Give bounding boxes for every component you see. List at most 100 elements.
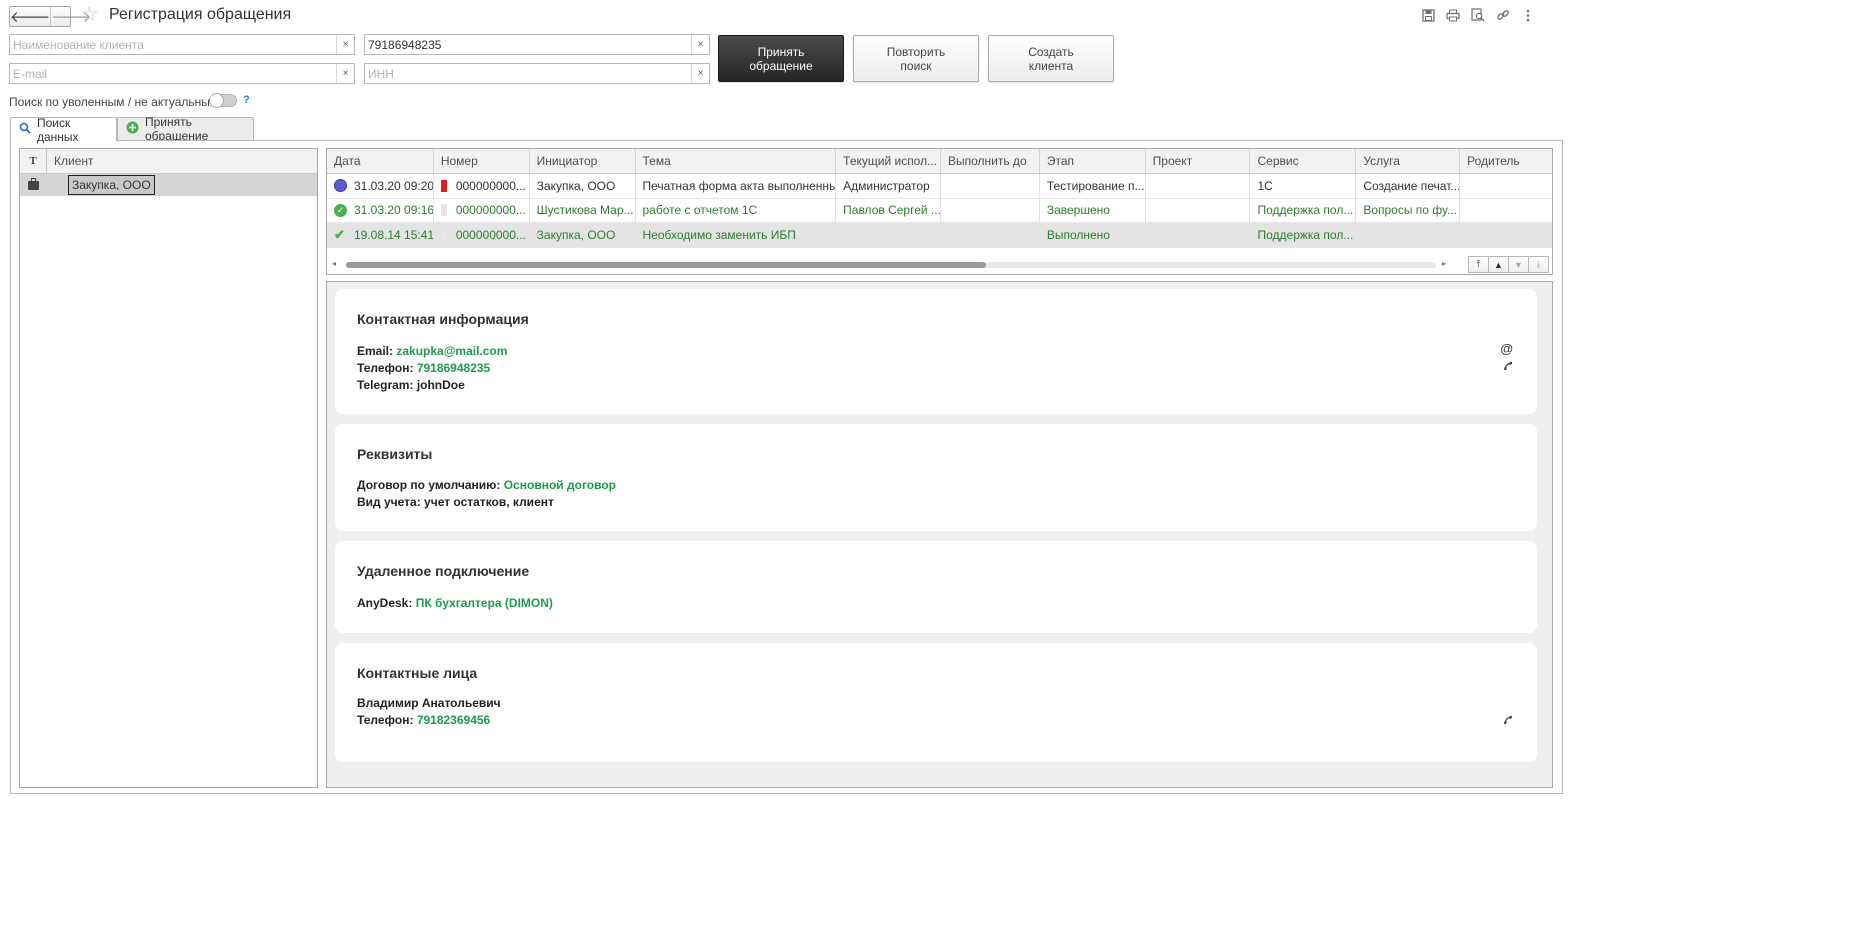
at-icon[interactable]: @ bbox=[1500, 341, 1513, 356]
col-date[interactable]: Дата bbox=[327, 149, 434, 173]
tab-accept-request[interactable]: Принять обращение bbox=[117, 115, 254, 143]
col-parent[interactable]: Родитель bbox=[1460, 149, 1552, 173]
contact-phone-link[interactable]: 79182369456 bbox=[417, 713, 490, 727]
cell-initiator: Закупка, ООО bbox=[530, 223, 636, 247]
phone-icon[interactable] bbox=[1503, 359, 1513, 374]
phone-icon[interactable] bbox=[1503, 713, 1513, 728]
client-name-cell[interactable]: Закупка, ООО bbox=[68, 175, 155, 195]
repeat-label-2: поиск bbox=[900, 58, 932, 73]
cell-project bbox=[1146, 174, 1251, 198]
cell-parent bbox=[1460, 174, 1552, 198]
briefcase-icon bbox=[28, 177, 39, 190]
col-stage[interactable]: Этап bbox=[1040, 149, 1146, 173]
contract-link[interactable]: Основной договор bbox=[504, 478, 616, 492]
preview-icon[interactable] bbox=[1470, 7, 1486, 23]
save-icon[interactable] bbox=[1420, 7, 1436, 23]
priority-flag-icon bbox=[440, 179, 447, 192]
account-label: Вид учета: bbox=[357, 495, 421, 509]
table-row[interactable]: ✔ 19.08.14 15:41 000000000... Закупка, ОО… bbox=[327, 223, 1552, 248]
inn-input[interactable] bbox=[365, 64, 689, 83]
anydesk-label: AnyDesk: bbox=[357, 596, 413, 610]
email-input[interactable] bbox=[10, 64, 334, 83]
priority-flag-icon bbox=[440, 204, 447, 217]
requests-header: Дата Номер Инициатор Тема Текущий испол.… bbox=[327, 149, 1552, 174]
status-done-icon: ✓ bbox=[334, 203, 347, 217]
cell-usluga bbox=[1356, 223, 1461, 247]
help-link[interactable]: ? bbox=[243, 94, 250, 106]
col-executor[interactable]: Текущий испол... bbox=[836, 149, 941, 173]
col-number[interactable]: Номер bbox=[434, 149, 530, 173]
anydesk-line: AnyDesk: ПК бухгалтера (DIMON) bbox=[357, 596, 553, 610]
email-line: Email: zakupka@mail.com bbox=[357, 344, 507, 358]
tab-accept-label: Принять обращение bbox=[145, 115, 209, 143]
tab-search-data[interactable]: Поиск данных bbox=[10, 116, 117, 144]
email-link[interactable]: zakupka@mail.com bbox=[396, 344, 507, 358]
star-icon[interactable]: ☆ bbox=[80, 4, 99, 26]
phone-input[interactable] bbox=[365, 35, 689, 54]
clear-inn-button[interactable]: × bbox=[691, 64, 709, 83]
telegram-line: Telegram: johnDoe bbox=[357, 378, 465, 392]
clear-phone-button[interactable]: × bbox=[691, 35, 709, 54]
accept-request-button[interactable]: Принять обращение bbox=[718, 35, 844, 82]
cell-number: 000000000... bbox=[455, 227, 526, 242]
first-row-icon[interactable]: ⤒ bbox=[1468, 256, 1489, 273]
client-column-header[interactable]: Клиент bbox=[47, 149, 94, 173]
cell-number: 000000000... bbox=[455, 178, 526, 193]
type-column-header[interactable]: T bbox=[20, 149, 47, 173]
cell-initiator: Закупка, ООО bbox=[530, 174, 636, 198]
create-client-button[interactable]: Создать клиента bbox=[988, 35, 1114, 82]
inn-field: × bbox=[364, 63, 710, 84]
scroll-left-icon[interactable]: ◂ bbox=[332, 259, 336, 268]
print-icon[interactable] bbox=[1445, 7, 1461, 23]
scroll-right-icon[interactable]: ▸ bbox=[1442, 259, 1446, 268]
window-toolbar bbox=[1420, 7, 1536, 23]
phone-link[interactable]: 79186948235 bbox=[417, 361, 490, 375]
repeat-search-button[interactable]: Повторить поиск bbox=[853, 35, 979, 82]
col-topic[interactable]: Тема bbox=[636, 149, 837, 173]
account-line: Вид учета: учет остатков, клиент bbox=[357, 495, 554, 509]
plus-circle-icon bbox=[126, 121, 139, 137]
contacts-card: Контактные лица Владимир Анатольевич Тел… bbox=[335, 643, 1537, 762]
anydesk-link[interactable]: ПК бухгалтера (DIMON) bbox=[416, 596, 553, 610]
contacts-title: Контактные лица bbox=[357, 665, 478, 681]
link-icon[interactable] bbox=[1495, 7, 1511, 23]
back-button[interactable]: 🡐 bbox=[10, 7, 50, 26]
cell-usluga: Вопросы по фу... bbox=[1356, 198, 1461, 222]
cell-parent bbox=[1460, 199, 1552, 223]
cell-due bbox=[941, 223, 1040, 247]
more-icon[interactable] bbox=[1520, 7, 1536, 23]
account-value: учет остатков, клиент bbox=[424, 495, 554, 509]
next-row-icon[interactable]: ▼ bbox=[1508, 256, 1529, 273]
cell-date: 31.03.20 09:16 bbox=[354, 203, 434, 218]
cell-service: 1С bbox=[1250, 174, 1357, 198]
client-table-header: T Клиент bbox=[20, 149, 317, 174]
col-service[interactable]: Сервис bbox=[1250, 149, 1357, 173]
table-row[interactable]: ✓ 31.03.20 09:16 000000000... Шустикова М… bbox=[327, 198, 1552, 223]
horizontal-scrollbar[interactable]: ◂ ▸ bbox=[332, 259, 1452, 271]
phone-line: Телефон: 79186948235 bbox=[357, 361, 490, 375]
col-usluga[interactable]: Услуга bbox=[1356, 149, 1461, 173]
clear-client-name-button[interactable]: × bbox=[336, 35, 354, 54]
telegram-value: johnDoe bbox=[416, 378, 465, 392]
cell-parent bbox=[1460, 223, 1552, 247]
col-due[interactable]: Выполнить до bbox=[941, 149, 1040, 173]
col-project[interactable]: Проект bbox=[1146, 149, 1251, 173]
clear-email-button[interactable]: × bbox=[336, 64, 354, 83]
cell-number: 000000000... bbox=[455, 203, 526, 218]
table-row[interactable]: 31.03.20 09:20 000000000... Закупка, ООО… bbox=[327, 174, 1552, 199]
client-name-input[interactable] bbox=[10, 35, 334, 54]
cell-service: Поддержка пол... bbox=[1250, 223, 1357, 247]
fired-toggle[interactable] bbox=[209, 93, 237, 108]
cell-usluga: Создание печат... bbox=[1356, 174, 1461, 198]
search-icon bbox=[19, 122, 31, 137]
last-row-icon[interactable]: ⤓ bbox=[1528, 256, 1549, 273]
cell-executor: Павлов Сергей ... bbox=[836, 198, 941, 222]
cell-project bbox=[1146, 223, 1251, 247]
col-initiator[interactable]: Инициатор bbox=[530, 149, 636, 173]
client-row[interactable]: Закупка, ООО bbox=[20, 174, 317, 196]
prev-row-icon[interactable]: ▲ bbox=[1488, 256, 1509, 273]
client-table: T Клиент Закупка, ООО bbox=[19, 148, 318, 788]
scroll-thumb[interactable] bbox=[346, 262, 986, 268]
repeat-label-1: Повторить bbox=[886, 44, 946, 59]
contract-label: Договор по умолчанию: bbox=[357, 478, 501, 492]
